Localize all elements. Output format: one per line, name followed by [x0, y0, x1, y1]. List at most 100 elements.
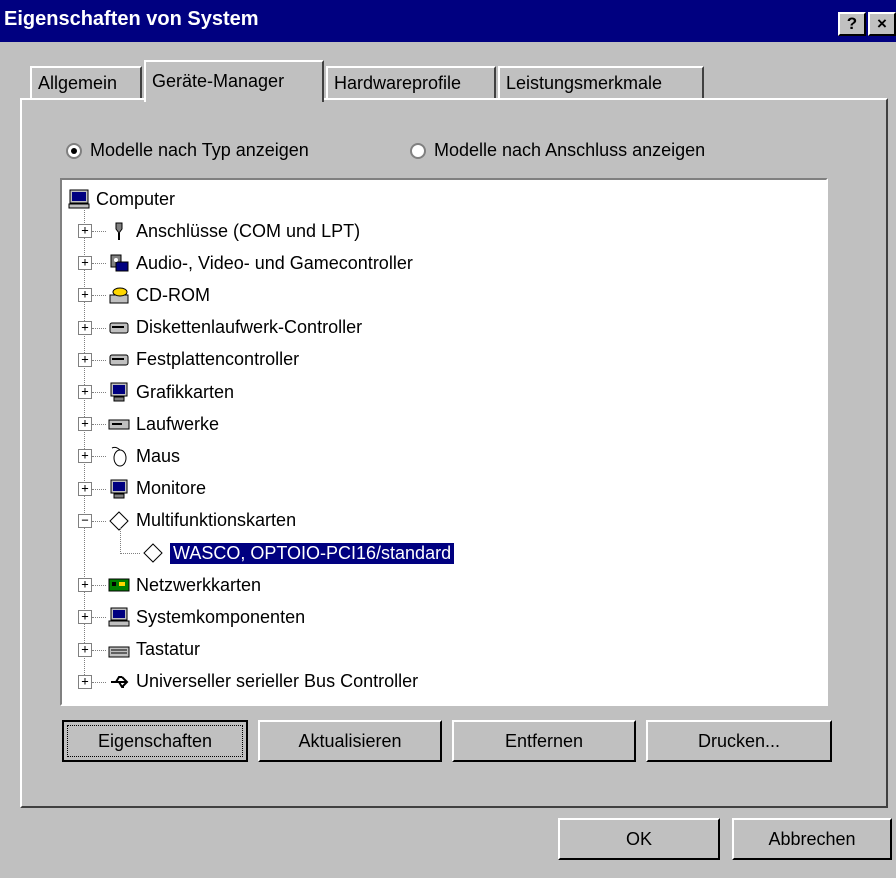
- properties-button[interactable]: Eigenschaften: [62, 720, 248, 762]
- tree-category-item[interactable]: Festplattencontroller: [108, 345, 299, 375]
- tree-expander[interactable]: +: [78, 385, 92, 399]
- tree-expander[interactable]: +: [78, 417, 92, 432]
- ok-button[interactable]: OK: [558, 818, 720, 860]
- port-icon: [115, 222, 123, 240]
- keyboard-icon: [108, 646, 130, 658]
- tree-expander[interactable]: −: [78, 513, 92, 528]
- tree-item-label: CD-ROM: [136, 284, 210, 305]
- tree-root-computer[interactable]: Computer: [68, 184, 175, 214]
- multifunction-card-icon: [143, 543, 163, 563]
- cdrom-icon: [109, 287, 129, 304]
- mouse-icon: [111, 447, 127, 467]
- tree-item-label: WASCO, OPTOIO-PCI16/standard: [170, 542, 455, 564]
- tree-item-label: Systemkomponenten: [136, 606, 306, 627]
- drive-icon: [108, 419, 130, 430]
- multifunction-card-icon: [109, 511, 129, 531]
- tree-connector: [92, 456, 106, 458]
- tree-category-item[interactable]: Universeller serieller Bus Controller: [108, 667, 418, 697]
- radio-by-type[interactable]: Modelle nach Typ anzeigen: [66, 140, 309, 161]
- tree-expander[interactable]: +: [78, 288, 92, 303]
- tree-expander[interactable]: +: [78, 674, 92, 689]
- tree-category-item[interactable]: Diskettenlaufwerk-Controller: [108, 313, 362, 343]
- tab-allgemein[interactable]: Allgemein: [30, 66, 142, 100]
- tree-category-item[interactable]: Netzwerkkarten: [108, 570, 261, 600]
- tree-item-label: Audio-, Video- und Gamecontroller: [136, 252, 413, 273]
- tab-leistungsmerkmale[interactable]: Leistungsmerkmale: [498, 66, 704, 100]
- tree-category-item[interactable]: Maus: [108, 441, 180, 471]
- help-button[interactable]: ?: [838, 12, 866, 36]
- audio-video-icon: [110, 254, 129, 272]
- tree-category-item[interactable]: Audio-, Video- und Gamecontroller: [108, 248, 413, 278]
- tree-item-label: Maus: [136, 445, 181, 466]
- tree-expander[interactable]: +: [78, 449, 92, 464]
- tree-connector: [92, 392, 106, 393]
- tree-item-label: Grafikkarten: [136, 381, 235, 402]
- tree-category-item[interactable]: Multifunktionskarten: [108, 506, 296, 536]
- tree-device-item[interactable]: WASCO, OPTOIO-PCI16/standard: [142, 538, 455, 568]
- tree-expander[interactable]: +: [78, 481, 92, 496]
- title-bar[interactable]: Eigenschaften von System ? ×: [0, 0, 896, 42]
- tree-connector: [92, 295, 106, 297]
- tree-item-label: Tastatur: [136, 639, 201, 660]
- tree-connector: [120, 553, 140, 554]
- tree-trunk-line: [84, 210, 85, 677]
- close-button[interactable]: ×: [868, 12, 896, 36]
- computer-icon: [68, 189, 90, 209]
- tree-category-item[interactable]: CD-ROM: [108, 280, 210, 310]
- tree-item-label: Anschlüsse (COM und LPT): [136, 220, 361, 241]
- tree-expander[interactable]: +: [78, 256, 92, 271]
- disk-controller-icon: [109, 322, 129, 334]
- tree-category-item[interactable]: Anschlüsse (COM und LPT): [108, 216, 360, 246]
- radio-by-type-dot[interactable]: [66, 142, 82, 159]
- tree-item-label: Diskettenlaufwerk-Controller: [136, 317, 363, 338]
- tree-item-label: Universeller serieller Bus Controller: [136, 671, 419, 692]
- tree-category-item[interactable]: Grafikkarten: [108, 377, 234, 407]
- harddisk-controller-icon: [109, 354, 129, 366]
- tree-expander[interactable]: +: [78, 224, 92, 238]
- usb-icon: [111, 675, 129, 688]
- tree-item-label: Multifunktionskarten: [136, 510, 297, 531]
- tree-connector: [92, 681, 106, 683]
- tree-expander[interactable]: +: [78, 642, 92, 657]
- tree-item-label: Netzwerkkarten: [136, 574, 262, 595]
- radio-by-type-label: Modelle nach Typ anzeigen: [90, 140, 309, 160]
- tree-connector: [92, 424, 106, 426]
- network-card-icon: [108, 578, 130, 592]
- cancel-button[interactable]: Abbrechen: [732, 818, 892, 860]
- tree-root-label: Computer: [96, 188, 176, 209]
- tree-connector: [92, 585, 106, 587]
- tab-hardwareprofile[interactable]: Hardwareprofile: [326, 66, 496, 100]
- radio-by-connection[interactable]: Modelle nach Anschluss anzeigen: [410, 140, 705, 161]
- tree-connector: [92, 520, 106, 522]
- tree-expander[interactable]: +: [78, 610, 92, 625]
- tree-connector: [92, 327, 106, 329]
- tree-connector: [92, 488, 106, 490]
- tree-item-label: Festplattencontroller: [136, 349, 300, 370]
- device-tree[interactable]: Computer + Anschlüsse (COM und LPT) + Audio…: [60, 178, 828, 706]
- tree-connector: [120, 528, 121, 554]
- tree-expander[interactable]: +: [78, 320, 92, 335]
- radio-by-connection-label: Modelle nach Anschluss anzeigen: [434, 140, 706, 160]
- tree-item-label: Laufwerke: [136, 413, 220, 434]
- tree-connector: [92, 263, 106, 265]
- tree-connector: [92, 617, 106, 619]
- tab-geraete-manager[interactable]: Geräte-Manager: [144, 60, 324, 102]
- tree-category-item[interactable]: Tastatur: [108, 635, 200, 665]
- tree-category-item[interactable]: Monitore: [108, 474, 206, 504]
- tree-expander[interactable]: +: [78, 578, 92, 593]
- refresh-button[interactable]: Aktualisieren: [258, 720, 442, 762]
- tree-connector: [92, 231, 106, 232]
- radio-by-connection-dot[interactable]: [410, 142, 426, 159]
- tree-connector: [92, 359, 106, 361]
- tree-item-label: Monitore: [136, 478, 207, 499]
- tree-expander[interactable]: +: [78, 352, 92, 367]
- monitor-icon: [110, 479, 128, 499]
- tree-connector: [92, 649, 106, 651]
- system-devices-icon: [108, 607, 130, 627]
- remove-button[interactable]: Entfernen: [452, 720, 636, 762]
- window-title: Eigenschaften von System: [4, 8, 259, 30]
- display-adapter-icon: [110, 382, 128, 402]
- print-button[interactable]: Drucken...: [646, 720, 832, 762]
- tree-category-item[interactable]: Systemkomponenten: [108, 602, 305, 632]
- tree-category-item[interactable]: Laufwerke: [108, 409, 219, 439]
